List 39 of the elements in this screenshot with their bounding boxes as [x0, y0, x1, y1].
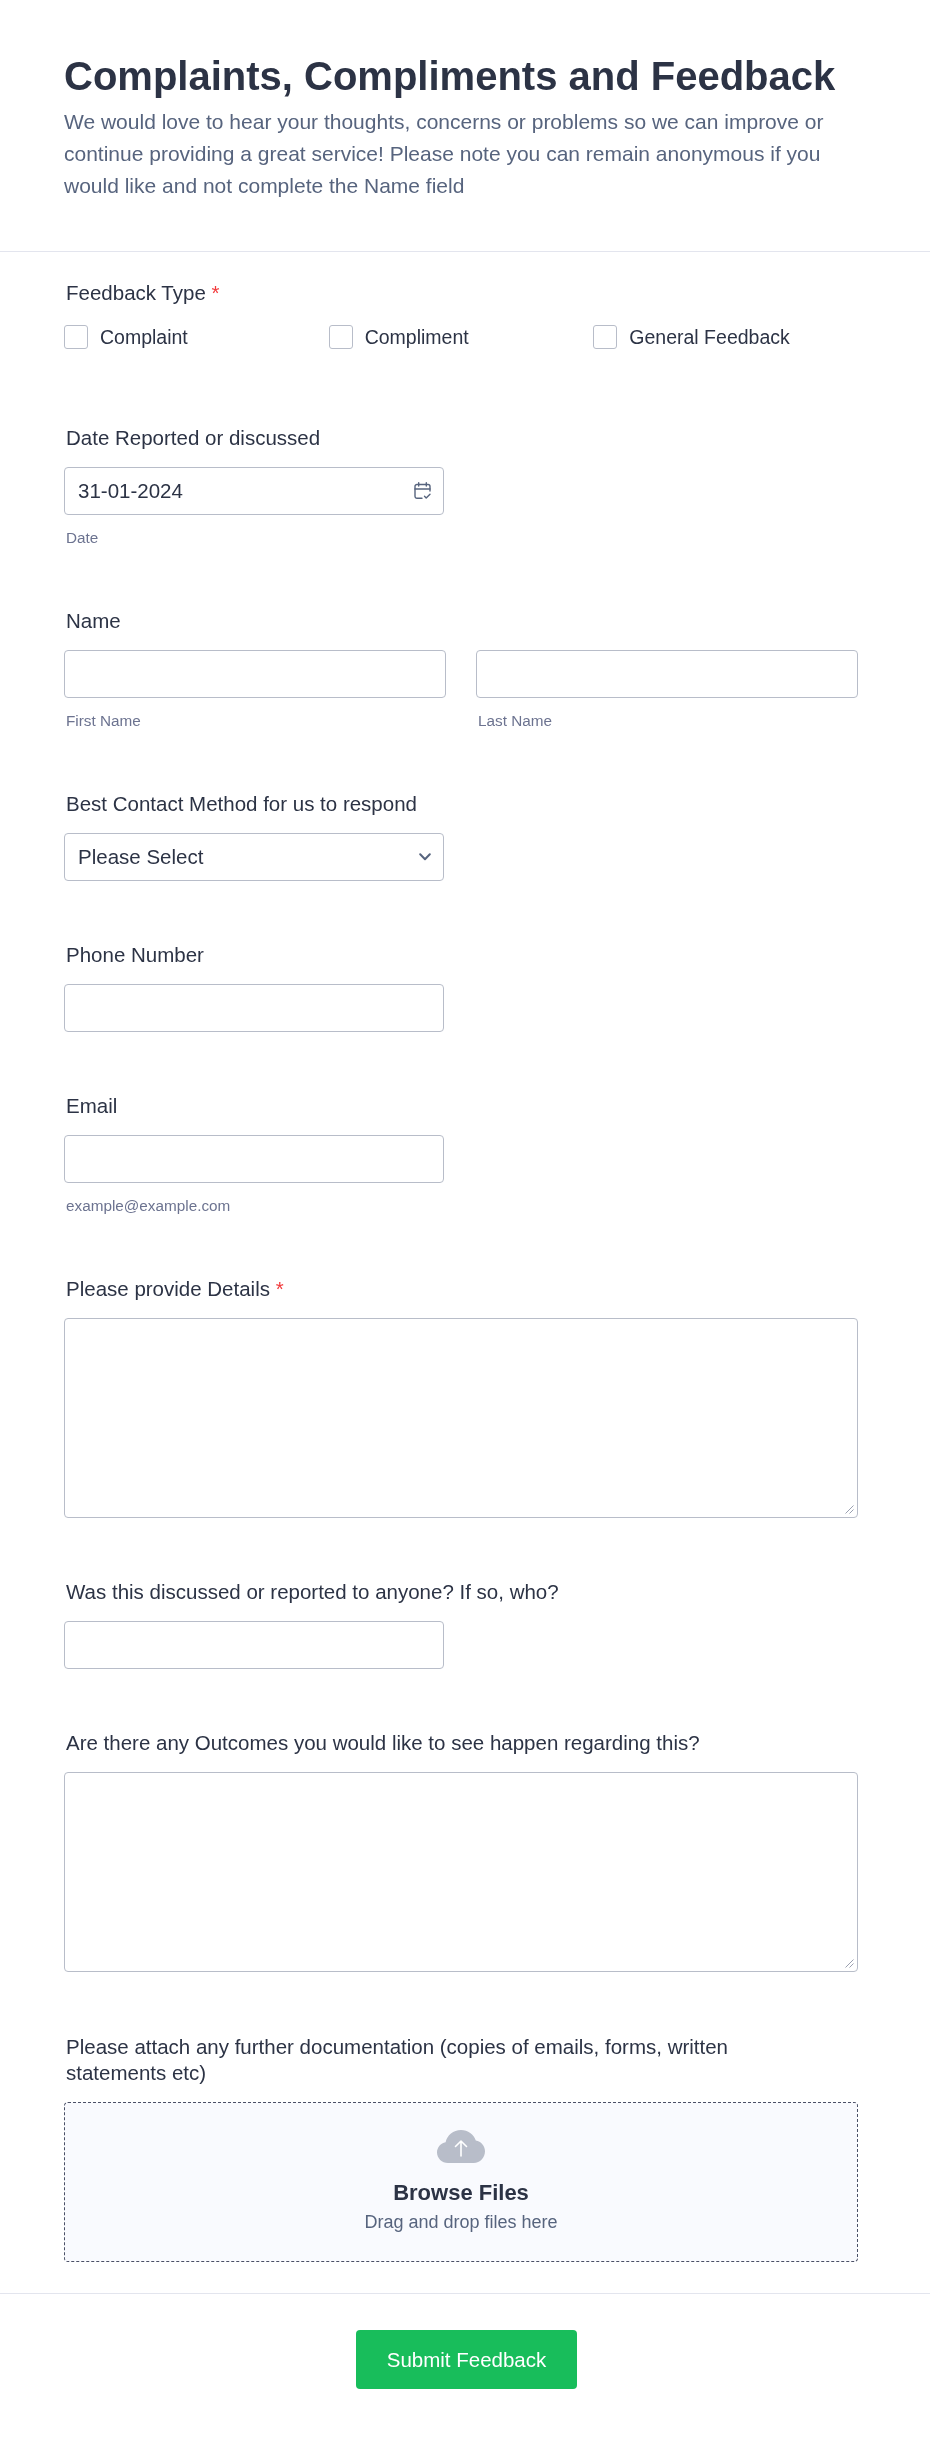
- checkbox-label[interactable]: Complaint: [100, 325, 188, 349]
- checkbox[interactable]: [64, 325, 88, 349]
- file-upload-dropzone[interactable]: Browse Files Drag and drop files here: [64, 2102, 858, 2262]
- field-label: Are there any Outcomes you would like to see happen regarding this?: [65, 1731, 701, 1755]
- text-input-field[interactable]: [64, 1135, 444, 1183]
- sub-label: Last Name: [477, 712, 553, 730]
- form-title: Complaints, Compliments and Feedback: [64, 53, 837, 100]
- text-input-field[interactable]: [64, 984, 444, 1032]
- calendar-icon: [414, 482, 431, 500]
- checkbox-label[interactable]: Compliment: [364, 325, 469, 349]
- browse-files-link[interactable]: Browse Files: [393, 2180, 529, 2206]
- field-label: Was this discussed or reported to anyone? If so, who?: [65, 1580, 560, 1604]
- textarea-field[interactable]: [64, 1772, 858, 1972]
- text-input-field[interactable]: [64, 1621, 444, 1669]
- field-label: Phone Number: [65, 943, 205, 967]
- checkbox[interactable]: [593, 325, 618, 349]
- date-input-field[interactable]: 31-01-2024: [64, 467, 444, 515]
- resize-handle-icon[interactable]: [845, 1505, 854, 1514]
- checkbox-label[interactable]: General Feedback: [629, 325, 790, 349]
- field-label: Feedback Type *: [65, 281, 221, 305]
- dropzone-hint: Drag and drop files here: [364, 2211, 558, 2234]
- textarea-field[interactable]: [64, 1318, 858, 1518]
- form-description: We would love to hear your thoughts, concerns or problems so we can improve or continue providing a great service! Please note you can remain anonymous if you would like and not complete the Name field: [64, 109, 825, 199]
- cloud-upload-icon: [437, 2130, 485, 2163]
- field-label: Please attach any further documentation (copies of emails, forms, written statements etc): [65, 2034, 729, 2086]
- chevron-down-icon: [419, 853, 431, 861]
- sub-label: First Name: [65, 712, 142, 730]
- sub-label: Date: [65, 529, 100, 547]
- field-label: Email: [65, 1094, 119, 1118]
- resize-handle-icon[interactable]: [845, 1959, 854, 1968]
- field-label: Please provide Details *: [65, 1277, 285, 1301]
- field-label: Date Reported or discussed: [65, 426, 322, 450]
- checkbox[interactable]: [328, 325, 353, 349]
- dropdown-select[interactable]: Please Select: [64, 833, 444, 881]
- field-label: Best Contact Method for us to respond: [65, 792, 418, 816]
- field-label: Name: [65, 609, 122, 633]
- name-input-field[interactable]: [64, 650, 446, 698]
- name-input-field[interactable]: [476, 650, 858, 698]
- sub-label: example@example.com: [65, 1197, 232, 1215]
